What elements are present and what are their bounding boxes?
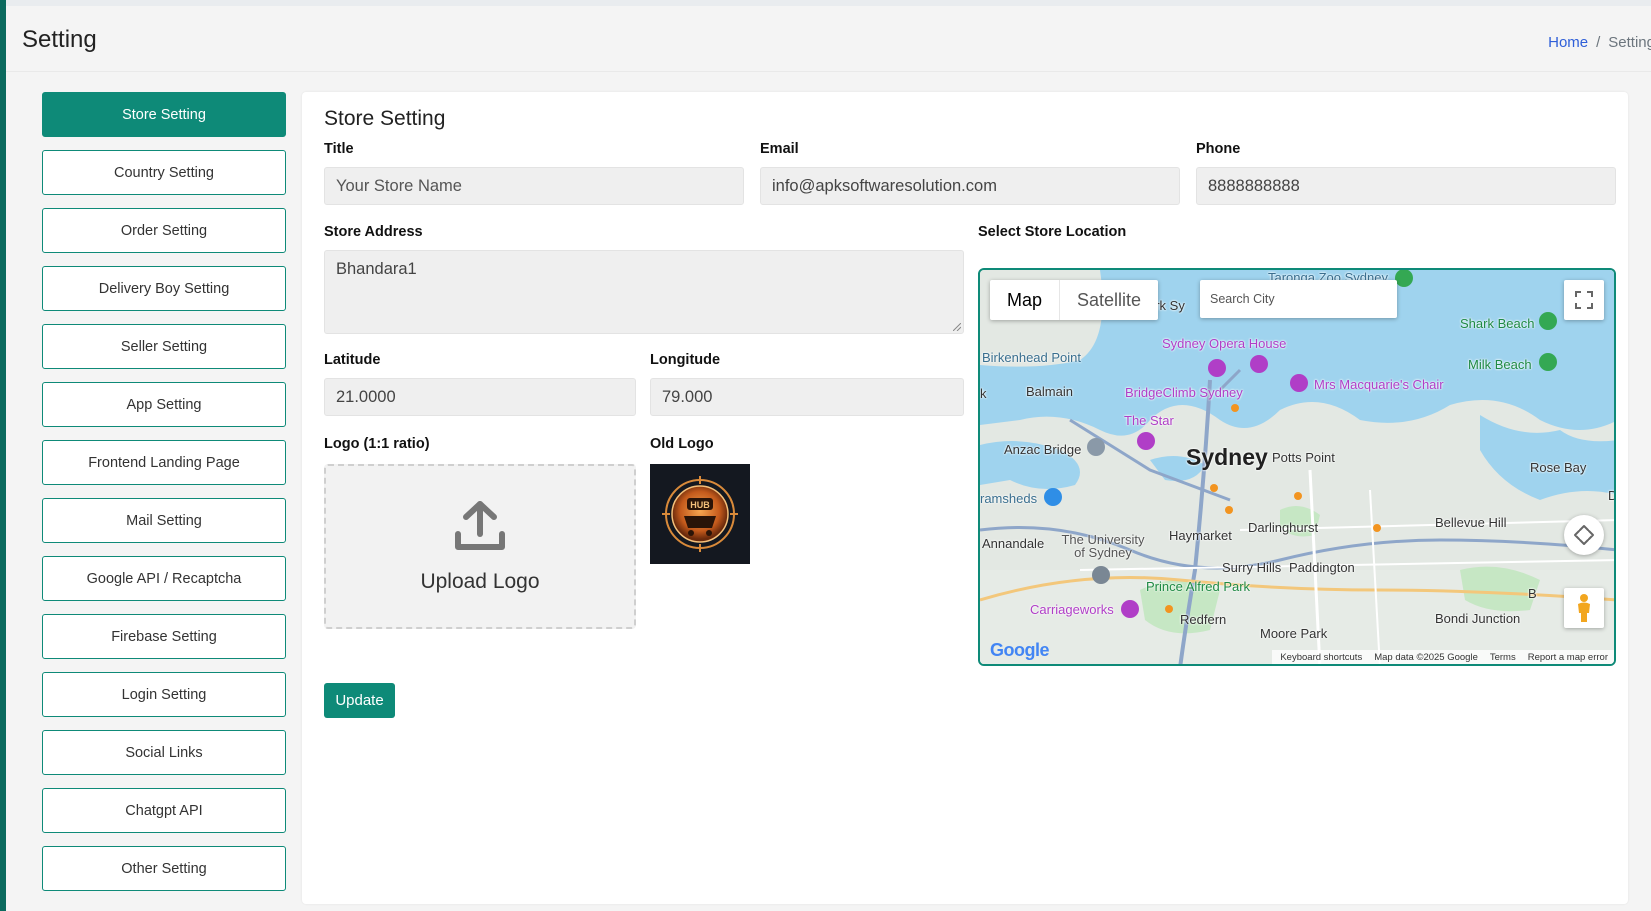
update-button[interactable]: Update — [324, 683, 395, 718]
map-label-birkenhead: Birkenhead Point — [982, 350, 1082, 365]
search-city-input[interactable]: Search City — [1200, 280, 1397, 318]
breadcrumb-separator: / — [1596, 34, 1601, 51]
title-label: Title — [324, 141, 354, 157]
select-location-label: Select Store Location — [978, 224, 1127, 240]
map-label-moore-park: Moore Park — [1260, 626, 1328, 641]
map-label-prince-alfred-park: Prince Alfred Park — [1146, 579, 1251, 594]
sidebar-item-seller-setting[interactable]: Seller Setting — [42, 324, 286, 369]
map-label-b: B — [1528, 586, 1537, 601]
page-title: Setting — [22, 26, 97, 53]
pan-arrows-icon — [1574, 525, 1594, 545]
map-label-d: D — [1608, 488, 1614, 503]
map-label-university: The University of Sydney — [1061, 532, 1145, 560]
map-label-surry-hills: Surry Hills — [1222, 560, 1282, 575]
sidebar-item-app-setting[interactable]: App Setting — [42, 382, 286, 427]
street-view-button[interactable] — [1564, 588, 1604, 628]
upload-icon — [455, 500, 505, 550]
map-label-paddington: Paddington — [1289, 560, 1355, 575]
map-label-anzac-bridge: Anzac Bridge — [1004, 442, 1082, 457]
sidebar-item-order-setting[interactable]: Order Setting — [42, 208, 286, 253]
fullscreen-button[interactable] — [1564, 280, 1604, 320]
store-address-textarea[interactable]: Bhandara1 — [324, 250, 964, 334]
sidebar-item-other-setting[interactable]: Other Setting — [42, 846, 286, 891]
resize-handle-icon[interactable] — [953, 323, 961, 331]
map-label-shark-beach: Shark Beach — [1460, 316, 1535, 331]
map-label-bondi-junction: Bondi Junction — [1435, 611, 1521, 626]
phone-label: Phone — [1196, 141, 1241, 157]
sidebar-item-google-api-recaptcha[interactable]: Google API / Recaptcha — [42, 556, 286, 601]
latitude-input[interactable]: 21.0000 — [324, 378, 636, 416]
latitude-label: Latitude — [324, 352, 381, 368]
sidebar-item-chatgpt-api[interactable]: Chatgpt API — [42, 788, 286, 833]
map-label-haymarket: Haymarket — [1169, 528, 1232, 543]
title-input[interactable]: Your Store Name — [324, 167, 744, 205]
sidebar-item-social-links[interactable]: Social Links — [42, 730, 286, 775]
map-label-milk-beach: Milk Beach — [1468, 357, 1532, 372]
map-label-bridgeclimb: BridgeClimb Sydney — [1125, 385, 1243, 400]
fullscreen-icon — [1575, 291, 1593, 309]
longitude-input[interactable]: 79.000 — [650, 378, 964, 416]
breadcrumb-home-link[interactable]: Home — [1548, 34, 1588, 51]
left-accent-stripe — [0, 0, 6, 911]
sidebar-item-frontend-landing-page[interactable]: Frontend Landing Page — [42, 440, 286, 485]
email-input[interactable]: info@apksoftwaresolution.com — [760, 167, 1180, 205]
map-type-satellite-button[interactable]: Satellite — [1059, 280, 1158, 320]
map-data-text: Map data ©2025 Google — [1374, 651, 1478, 663]
map-label-bellevue-hill: Bellevue Hill — [1435, 515, 1507, 530]
store-location-map[interactable]: Taronga Zoo Sydney ark Sy Sydney Opera H… — [978, 268, 1616, 666]
google-logo-text: Google — [990, 640, 1050, 660]
store-address-label: Store Address — [324, 224, 423, 240]
keyboard-shortcuts-link[interactable]: Keyboard shortcuts — [1280, 652, 1362, 663]
longitude-label: Longitude — [650, 352, 721, 368]
hub-logo-lettering: HUB — [690, 500, 710, 510]
map-label-tramsheds: ramsheds — [980, 491, 1038, 506]
report-map-error-link[interactable]: Report a map error — [1528, 652, 1608, 663]
terms-link[interactable]: Terms — [1490, 652, 1516, 663]
settings-sidebar: Store Setting Country Setting Order Sett… — [42, 92, 286, 904]
google-logo: Google — [990, 640, 1050, 661]
breadcrumb-current: Setting — [1608, 34, 1651, 51]
upload-logo-dropzone[interactable]: Upload Logo — [324, 464, 636, 629]
map-label-k: k — [980, 386, 987, 401]
map-label-darlinghurst: Darlinghurst — [1248, 520, 1319, 535]
map-label-potts-point: Potts Point — [1272, 450, 1335, 465]
map-label-balmain: Balmain — [1026, 384, 1073, 399]
card-title: Store Setting — [324, 107, 446, 130]
map-label-macquarie: Mrs Macquarie's Chair — [1314, 377, 1444, 392]
map-label-carriageworks: Carriageworks — [1030, 602, 1114, 617]
pegman-icon — [1578, 594, 1590, 622]
sidebar-item-country-setting[interactable]: Country Setting — [42, 150, 286, 195]
upload-logo-text: Upload Logo — [420, 569, 540, 593]
map-pan-control[interactable] — [1564, 515, 1604, 555]
map-label-opera-house: Sydney Opera House — [1162, 336, 1287, 351]
map-label-sydney: Sydney — [1186, 444, 1268, 470]
logo-label: Logo (1:1 ratio) — [324, 436, 430, 452]
sidebar-item-store-setting[interactable]: Store Setting — [42, 92, 286, 137]
sidebar-item-mail-setting[interactable]: Mail Setting — [42, 498, 286, 543]
map-label-redfern: Redfern — [1180, 612, 1227, 627]
map-attribution: Keyboard shortcuts Map data ©2025 Google… — [1272, 650, 1614, 664]
email-label: Email — [760, 141, 799, 157]
old-logo-label: Old Logo — [650, 436, 714, 452]
map-label-annandale: Annandale — [982, 536, 1045, 551]
map-type-control: Map Satellite — [990, 280, 1159, 320]
map-label-rose-bay: Rose Bay — [1530, 460, 1587, 475]
store-setting-card: Store Setting Title Your Store Name Emai… — [302, 92, 1628, 904]
store-address-value: Bhandara1 — [336, 260, 417, 278]
sidebar-item-delivery-boy-setting[interactable]: Delivery Boy Setting — [42, 266, 286, 311]
page-header: Setting Home / Setting — [6, 6, 1651, 72]
map-label-the-star: The Star — [1124, 413, 1174, 428]
map-type-map-button[interactable]: Map — [990, 280, 1059, 320]
phone-input[interactable]: 8888888888 — [1196, 167, 1616, 205]
hub-cart-logo-icon: HUB — [650, 464, 750, 564]
breadcrumb: Home / Setting — [1548, 34, 1651, 51]
sidebar-item-login-setting[interactable]: Login Setting — [42, 672, 286, 717]
sidebar-item-firebase-setting[interactable]: Firebase Setting — [42, 614, 286, 659]
old-logo-image: HUB — [650, 464, 750, 564]
